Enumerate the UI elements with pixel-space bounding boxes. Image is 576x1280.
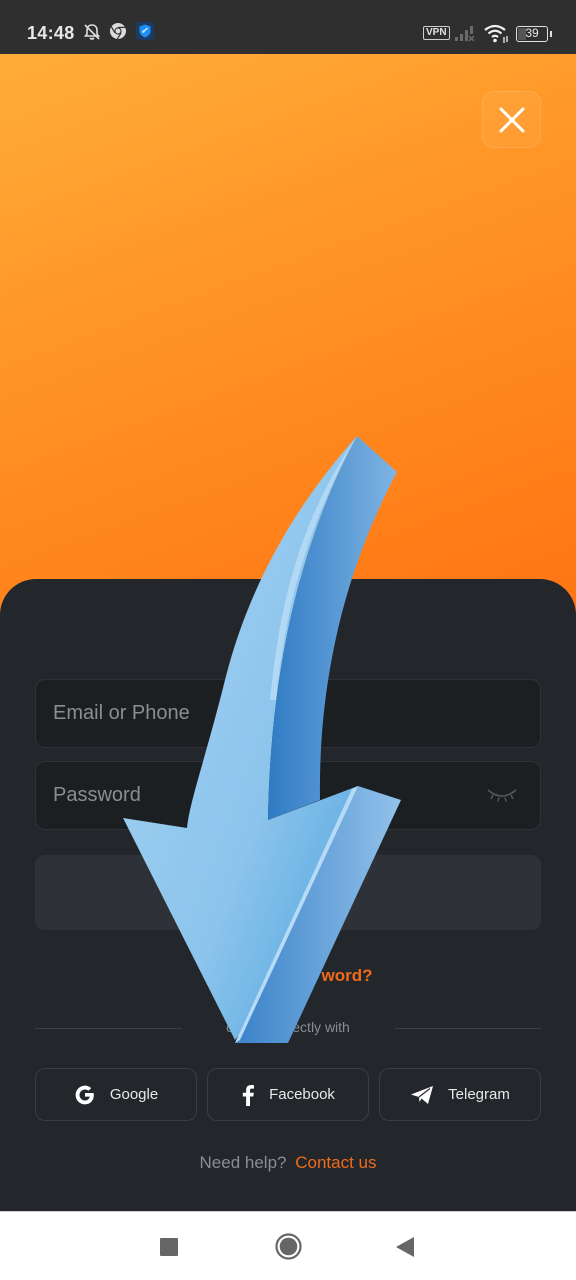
back-icon [396, 1237, 414, 1257]
divider-right [395, 1028, 541, 1029]
contact-us-link[interactable]: Contact us [295, 1153, 376, 1172]
facebook-icon [242, 1084, 255, 1106]
bell-off-icon [82, 22, 102, 47]
divider-text: o ectly with [226, 1019, 350, 1035]
forgot-password-link[interactable]: word? [0, 966, 576, 986]
google-label: Google [109, 1086, 159, 1103]
home-button[interactable] [275, 1233, 302, 1265]
login-button[interactable] [35, 855, 541, 930]
system-nav-bar [0, 1211, 576, 1280]
signal-icon [454, 24, 476, 47]
telegram-login-button[interactable]: Telegram [379, 1068, 541, 1121]
back-button[interactable] [396, 1237, 414, 1262]
eye-closed-icon[interactable] [484, 786, 520, 806]
password-field[interactable] [35, 761, 541, 830]
password-input[interactable] [36, 762, 540, 829]
wifi-icon [484, 24, 510, 49]
close-icon [499, 107, 524, 132]
email-input[interactable] [36, 680, 540, 747]
recents-icon [160, 1238, 178, 1256]
status-time: 14:48 [27, 23, 75, 43]
facebook-login-button[interactable]: Facebook [207, 1068, 369, 1121]
facebook-label: Facebook [269, 1086, 335, 1103]
battery-level: 39 [525, 26, 539, 40]
home-icon [275, 1233, 302, 1260]
help-row: Need help? Contact us [0, 1153, 576, 1173]
recents-button[interactable] [160, 1238, 178, 1261]
chrome-icon [109, 22, 127, 45]
email-field[interactable] [35, 679, 541, 748]
help-text: Need help? [199, 1153, 287, 1172]
close-button[interactable] [482, 91, 541, 148]
forgot-password-text[interactable]: word? [204, 966, 373, 985]
shield-app-icon [136, 22, 154, 45]
battery-icon: 39 [516, 26, 552, 42]
google-login-button[interactable]: Google [35, 1068, 197, 1121]
telegram-label: Telegram [448, 1086, 510, 1103]
status-bar: 14:48 VPN 39 [0, 0, 576, 54]
vpn-icon: VPN [423, 26, 450, 40]
telegram-icon [411, 1085, 434, 1104]
google-icon [75, 1085, 94, 1104]
